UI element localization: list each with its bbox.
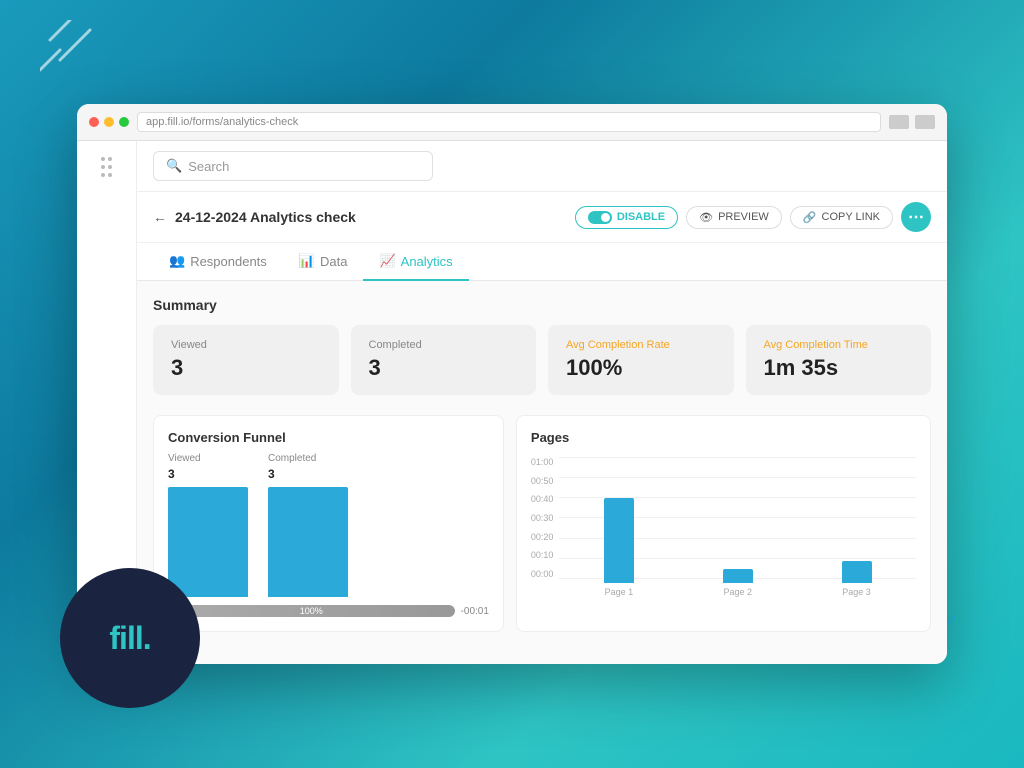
- funnel-completed-group: Completed 3: [268, 453, 348, 597]
- card-time-label: Avg Completion Time: [764, 339, 914, 351]
- page-bar-3: [842, 561, 872, 583]
- page-bar-1-label: Page 1: [605, 587, 634, 597]
- main-content: 🔍 Search ← 24-12-2024 Analytics check DI…: [137, 141, 947, 664]
- page-header: ← 24-12-2024 Analytics check DISABLE 👁 P…: [137, 192, 947, 243]
- y-axis: 01:00 00:50 00:40 00:30 00:20 00:10 00:0…: [531, 457, 560, 597]
- funnel-viewed-bar: [168, 487, 248, 597]
- card-completion-time: Avg Completion Time 1m 35s: [746, 325, 932, 395]
- disable-label: DISABLE: [617, 211, 665, 223]
- funnel-completed-bar: [268, 487, 348, 597]
- card-completed: Completed 3: [351, 325, 537, 395]
- preview-button[interactable]: 👁 PREVIEW: [686, 206, 782, 229]
- tab-data[interactable]: 📊 Data: [283, 243, 364, 281]
- sidebar-menu-icon[interactable]: [101, 157, 112, 177]
- funnel-chart-section: Conversion Funnel Viewed 3 Completed: [153, 415, 504, 632]
- page-title: 24-12-2024 Analytics check: [175, 209, 356, 225]
- funnel-time: -00:01: [461, 606, 489, 617]
- pages-chart: 01:00 00:50 00:40 00:30 00:20 00:10 00:0…: [531, 457, 916, 617]
- tab-respondents[interactable]: 👥 Respondents: [153, 243, 283, 281]
- card-time-value: 1m 35s: [764, 355, 914, 381]
- funnel-completed-label: Completed: [268, 453, 316, 464]
- bars-area: Page 1 Page 2: [559, 457, 916, 597]
- funnel-title: Conversion Funnel: [168, 430, 489, 445]
- table-icon: 📊: [299, 253, 315, 269]
- funnel-progress-row: 100% -00:01: [168, 605, 489, 617]
- page-bar-1: [604, 498, 634, 583]
- close-dot[interactable]: [89, 117, 99, 127]
- toggle-icon: [588, 211, 612, 224]
- funnel-chart: Viewed 3 Completed 3: [168, 457, 489, 617]
- card-rate-label: Avg Completion Rate: [566, 339, 716, 351]
- back-button[interactable]: ←: [153, 209, 167, 225]
- users-icon: 👥: [169, 253, 185, 269]
- card-viewed-label: Viewed: [171, 339, 321, 351]
- search-icon: 🔍: [166, 158, 182, 174]
- card-viewed-value: 3: [171, 355, 321, 381]
- y-label-0: 01:00: [531, 457, 554, 467]
- preview-label: PREVIEW: [718, 211, 769, 223]
- page-bar-2-label: Page 2: [723, 587, 752, 597]
- browser-dots: [89, 117, 129, 127]
- eye-icon: 👁: [699, 211, 713, 224]
- page-bar-1-group: Page 1: [604, 498, 634, 597]
- funnel-viewed-label: Viewed: [168, 453, 201, 464]
- card-rate-value: 100%: [566, 355, 716, 381]
- logo: fill.: [60, 568, 200, 708]
- tab-analytics-label: Analytics: [401, 254, 453, 269]
- y-label-5: 00:10: [531, 550, 554, 560]
- page-title-area: ← 24-12-2024 Analytics check: [153, 209, 356, 225]
- chart-icon: 📈: [379, 253, 395, 269]
- page-bar-2-group: Page 2: [723, 569, 753, 597]
- bars-grid: Page 1 Page 2: [559, 457, 916, 597]
- top-bar: 🔍 Search: [137, 141, 947, 192]
- y-label-3: 00:30: [531, 513, 554, 523]
- content-area: Summary Viewed 3 Completed 3 Avg Complet…: [137, 281, 947, 664]
- page-bar-3-group: Page 3: [842, 561, 872, 597]
- header-actions: DISABLE 👁 PREVIEW 🔗 COPY LINK ⋯: [575, 202, 931, 232]
- search-box[interactable]: 🔍 Search: [153, 151, 433, 181]
- tab-analytics[interactable]: 📈 Analytics: [363, 243, 468, 281]
- browser-window: app.fill.io/forms/analytics-check 🔍 Sear…: [77, 104, 947, 664]
- tab-respondents-label: Respondents: [190, 254, 267, 269]
- y-label-6: 00:00: [531, 569, 554, 579]
- charts-row: Conversion Funnel Viewed 3 Completed: [153, 415, 931, 632]
- funnel-viewed-group: Viewed 3: [168, 453, 248, 597]
- pages-chart-section: Pages 01:00 00:50 00:40 00:30 00:20: [516, 415, 931, 632]
- logo-text: fill.: [109, 620, 150, 657]
- browser-chrome: app.fill.io/forms/analytics-check: [77, 104, 947, 141]
- more-button[interactable]: ⋯: [901, 202, 931, 232]
- tabs: 👥 Respondents 📊 Data 📈 Analytics: [137, 243, 947, 281]
- browser-action-1[interactable]: [889, 115, 909, 129]
- funnel-progress-label: 100%: [300, 606, 323, 616]
- funnel-viewed-count: 3: [168, 467, 175, 481]
- maximize-dot[interactable]: [119, 117, 129, 127]
- summary-cards: Viewed 3 Completed 3 Avg Completion Rate…: [153, 325, 931, 395]
- y-label-2: 00:40: [531, 494, 554, 504]
- minimize-dot[interactable]: [104, 117, 114, 127]
- tab-data-label: Data: [320, 254, 347, 269]
- page-bars: Page 1 Page 2: [559, 477, 916, 597]
- y-label-4: 00:20: [531, 532, 554, 542]
- card-completion-rate: Avg Completion Rate 100%: [548, 325, 734, 395]
- url-bar[interactable]: app.fill.io/forms/analytics-check: [137, 112, 881, 132]
- pages-title: Pages: [531, 430, 916, 445]
- page-bar-2: [723, 569, 753, 583]
- funnel-progress-bar: 100%: [168, 605, 455, 617]
- app-layout: 🔍 Search ← 24-12-2024 Analytics check DI…: [77, 141, 947, 664]
- copy-link-button[interactable]: 🔗 COPY LINK: [790, 206, 893, 229]
- y-label-1: 00:50: [531, 476, 554, 486]
- card-completed-value: 3: [369, 355, 519, 381]
- card-viewed: Viewed 3: [153, 325, 339, 395]
- link-icon: 🔗: [803, 211, 817, 224]
- summary-title: Summary: [153, 297, 931, 313]
- search-placeholder: Search: [188, 159, 229, 174]
- card-completed-label: Completed: [369, 339, 519, 351]
- disable-button[interactable]: DISABLE: [575, 206, 678, 229]
- browser-action-2[interactable]: [915, 115, 935, 129]
- browser-actions: [889, 115, 935, 129]
- copy-link-label: COPY LINK: [822, 211, 881, 223]
- funnel-completed-count: 3: [268, 467, 275, 481]
- page-bar-3-label: Page 3: [842, 587, 871, 597]
